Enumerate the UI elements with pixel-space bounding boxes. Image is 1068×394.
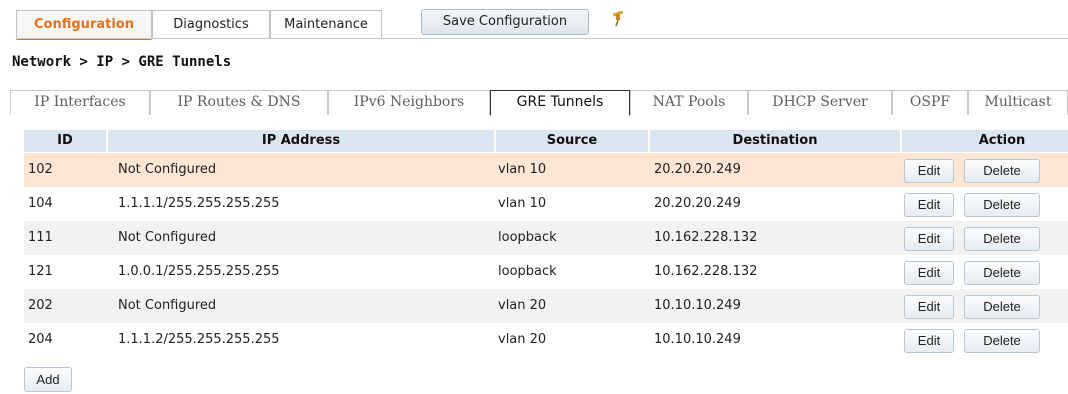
cell-destination: 10.162.228.132 xyxy=(654,230,758,245)
cell-source: loopback xyxy=(498,230,557,245)
cell-source: loopback xyxy=(498,264,557,279)
tab-configuration-label: Configuration xyxy=(34,17,134,32)
table-row[interactable]: 104 1.1.1.1/255.255.255.255 vlan 10 20.2… xyxy=(24,187,1068,221)
tab-maintenance-label: Maintenance xyxy=(284,17,368,32)
table-row[interactable]: 121 1.0.0.1/255.255.255.255 loopback 10.… xyxy=(24,255,1068,289)
cell-destination: 10.10.10.249 xyxy=(654,298,741,313)
tab-multicast[interactable]: Multicast xyxy=(968,90,1068,115)
cell-destination: 20.20.20.249 xyxy=(654,196,741,211)
top-tabs-divider xyxy=(16,38,1068,39)
cell-ip-address: Not Configured xyxy=(118,230,217,245)
tab-maintenance[interactable]: Maintenance xyxy=(270,10,382,39)
table-row[interactable]: 102 Not Configured vlan 10 20.20.20.249 … xyxy=(24,153,1068,187)
column-header-ip-address: IP Address xyxy=(108,130,496,152)
delete-button[interactable]: Delete xyxy=(964,295,1040,319)
cell-ip-address: 1.1.1.2/255.255.255.255 xyxy=(118,332,280,347)
cell-source: vlan 20 xyxy=(498,332,547,347)
tab-nat-pools[interactable]: NAT Pools xyxy=(630,90,748,115)
cell-destination: 10.10.10.249 xyxy=(654,332,741,347)
tab-ospf[interactable]: OSPF xyxy=(892,90,968,115)
column-header-source: Source xyxy=(496,130,650,152)
delete-button[interactable]: Delete xyxy=(964,159,1040,183)
edit-button[interactable]: Edit xyxy=(904,193,954,217)
top-navigation: Configuration Diagnostics Maintenance Sa… xyxy=(0,0,1068,40)
add-button[interactable]: Add xyxy=(24,367,72,392)
column-header-id: ID xyxy=(24,130,108,152)
tab-diagnostics[interactable]: Diagnostics xyxy=(152,10,270,39)
cell-ip-address: Not Configured xyxy=(118,162,217,177)
cell-destination: 20.20.20.249 xyxy=(654,162,741,177)
tab-ip-routes-dns[interactable]: IP Routes & DNS xyxy=(150,90,328,115)
tab-gre-tunnels[interactable]: GRE Tunnels xyxy=(490,90,630,116)
edit-button[interactable]: Edit xyxy=(904,227,954,251)
cell-source: vlan 10 xyxy=(498,162,547,177)
tab-diagnostics-label: Diagnostics xyxy=(173,17,249,32)
cell-id: 104 xyxy=(28,196,53,211)
pin-icon[interactable] xyxy=(612,10,624,27)
save-configuration-button[interactable]: Save Configuration xyxy=(421,9,589,35)
table-row[interactable]: 204 1.1.1.2/255.255.255.255 vlan 20 10.1… xyxy=(24,323,1068,357)
column-header-destination: Destination xyxy=(650,130,902,152)
delete-button[interactable]: Delete xyxy=(964,329,1040,353)
table-row[interactable]: 202 Not Configured vlan 20 10.10.10.249 … xyxy=(24,289,1068,323)
cell-source: vlan 10 xyxy=(498,196,547,211)
cell-destination: 10.162.228.132 xyxy=(654,264,758,279)
cell-id: 121 xyxy=(28,264,53,279)
cell-id: 204 xyxy=(28,332,53,347)
tab-ip-interfaces[interactable]: IP Interfaces xyxy=(10,90,150,115)
table-header: ID IP Address Source Destination Action xyxy=(24,130,1068,152)
cell-id: 111 xyxy=(28,230,53,245)
delete-button[interactable]: Delete xyxy=(964,227,1040,251)
edit-button[interactable]: Edit xyxy=(904,295,954,319)
column-header-action: Action xyxy=(978,133,1026,148)
tab-ipv6-neighbors[interactable]: IPv6 Neighbors xyxy=(328,90,490,115)
cell-ip-address: 1.0.0.1/255.255.255.255 xyxy=(118,264,280,279)
delete-button[interactable]: Delete xyxy=(964,193,1040,217)
delete-button[interactable]: Delete xyxy=(964,261,1040,285)
cell-ip-address: 1.1.1.1/255.255.255.255 xyxy=(118,196,280,211)
cell-source: vlan 20 xyxy=(498,298,547,313)
cell-id: 202 xyxy=(28,298,53,313)
table-row[interactable]: 111 Not Configured loopback 10.162.228.1… xyxy=(24,221,1068,255)
cell-ip-address: Not Configured xyxy=(118,298,217,313)
tab-configuration[interactable]: Configuration xyxy=(16,10,152,40)
breadcrumb: Network > IP > GRE Tunnels xyxy=(12,54,232,70)
edit-button[interactable]: Edit xyxy=(904,261,954,285)
edit-button[interactable]: Edit xyxy=(904,329,954,353)
tab-dhcp-server[interactable]: DHCP Server xyxy=(748,90,892,115)
edit-button[interactable]: Edit xyxy=(904,159,954,183)
cell-id: 102 xyxy=(28,162,53,177)
